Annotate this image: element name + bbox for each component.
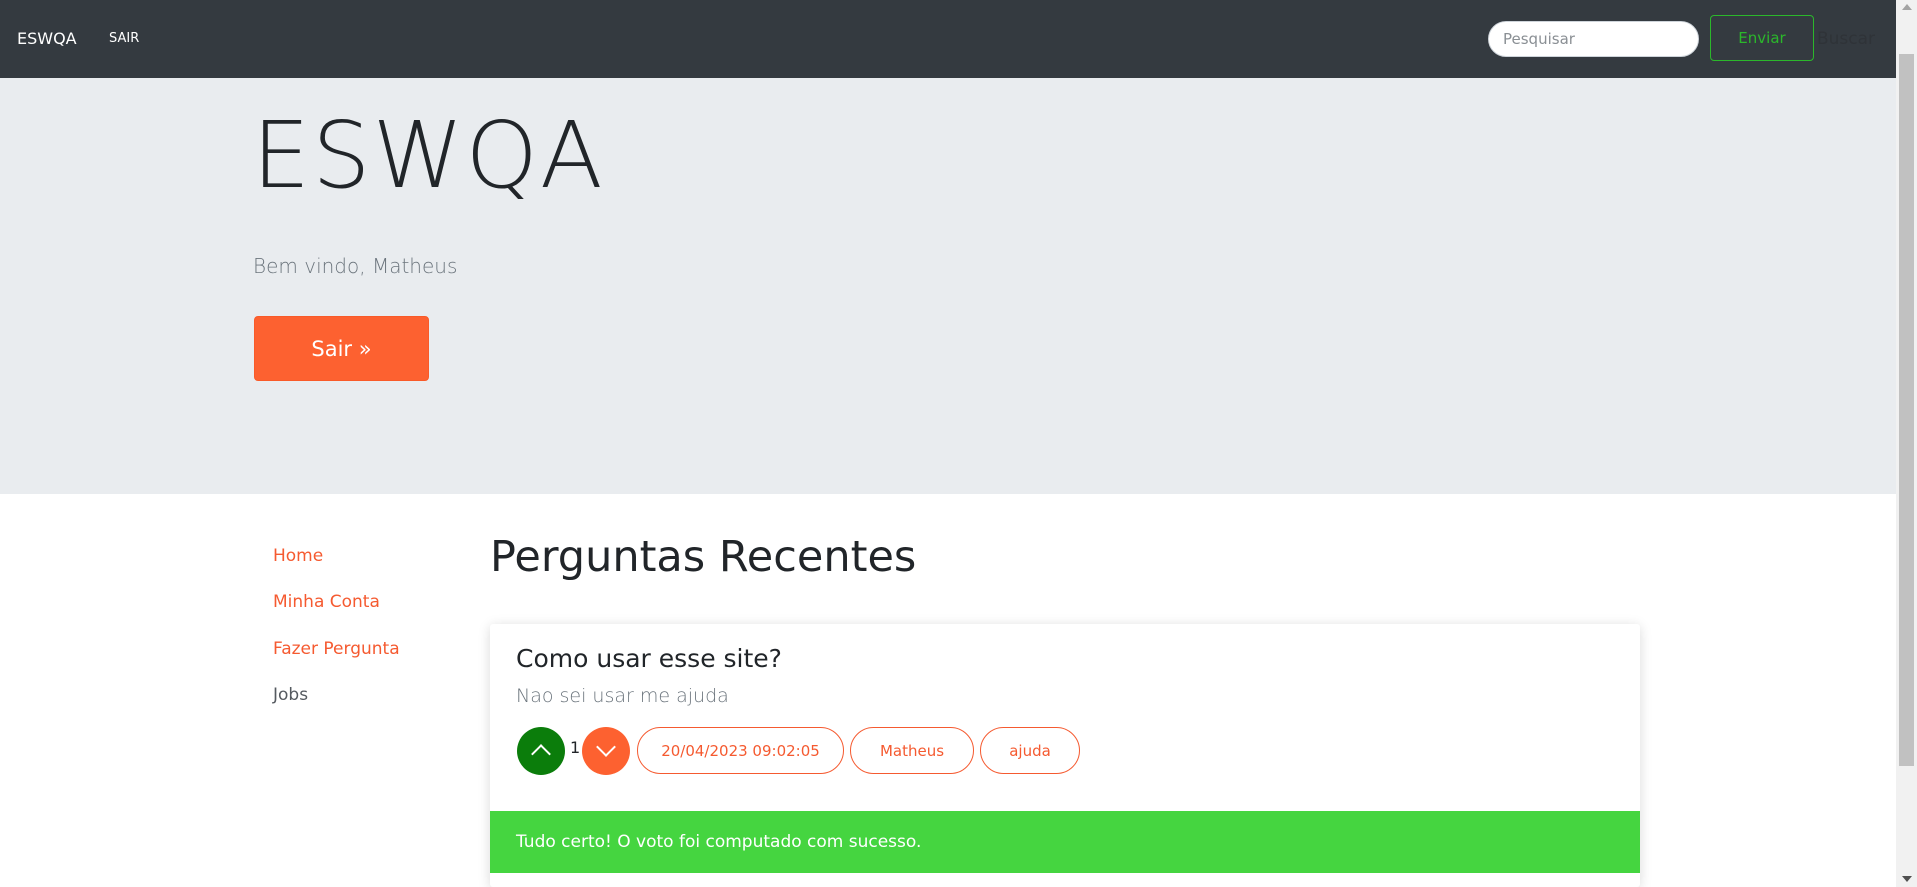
success-alert: Tudo certo! O voto foi computado com suc… [490, 811, 1640, 873]
sidebar-item-fazer-pergunta[interactable]: Fazer Pergunta [273, 639, 400, 659]
sidebar-item-home[interactable]: Home [273, 546, 323, 566]
question-author-badge[interactable]: Matheus [850, 727, 974, 774]
jumbotron: ESWQA Bem vindo, Matheus Sair » [0, 78, 1896, 494]
question-title[interactable]: Como usar esse site? [516, 644, 782, 673]
logout-button[interactable]: Sair » [254, 316, 429, 381]
question-date-badge: 20/04/2023 09:02:05 [637, 727, 844, 774]
send-button[interactable]: Enviar [1710, 15, 1814, 61]
search-link[interactable]: Buscar [1817, 29, 1875, 49]
top-navbar: ESWQA SAIR Enviar Buscar [0, 0, 1896, 78]
sidebar-item-minha-conta[interactable]: Minha Conta [273, 592, 380, 612]
question-tag-badge[interactable]: ajuda [980, 727, 1080, 774]
question-card: Como usar esse site? Nao sei usar me aju… [490, 624, 1640, 887]
vertical-scrollbar[interactable] [1896, 0, 1917, 887]
vote-count: 1 [570, 738, 581, 757]
chevron-up-icon [531, 744, 551, 764]
search-input[interactable] [1488, 21, 1699, 57]
question-body: Nao sei usar me ajuda [516, 685, 729, 707]
chevron-down-icon [596, 737, 616, 757]
welcome-message: Bem vindo, Matheus [253, 254, 458, 278]
sidebar-item-jobs[interactable]: Jobs [273, 685, 308, 705]
brand-link[interactable]: ESWQA [17, 29, 77, 48]
upvote-button[interactable] [517, 727, 565, 775]
scroll-down-arrow-icon[interactable] [1902, 876, 1912, 882]
nav-sair-link[interactable]: SAIR [109, 31, 139, 46]
scroll-up-arrow-icon[interactable] [1902, 4, 1912, 10]
hero-title: ESWQA [252, 102, 605, 209]
downvote-button[interactable] [582, 727, 630, 775]
page-title: Perguntas Recentes [490, 532, 917, 582]
scrollbar-thumb[interactable] [1899, 54, 1914, 766]
